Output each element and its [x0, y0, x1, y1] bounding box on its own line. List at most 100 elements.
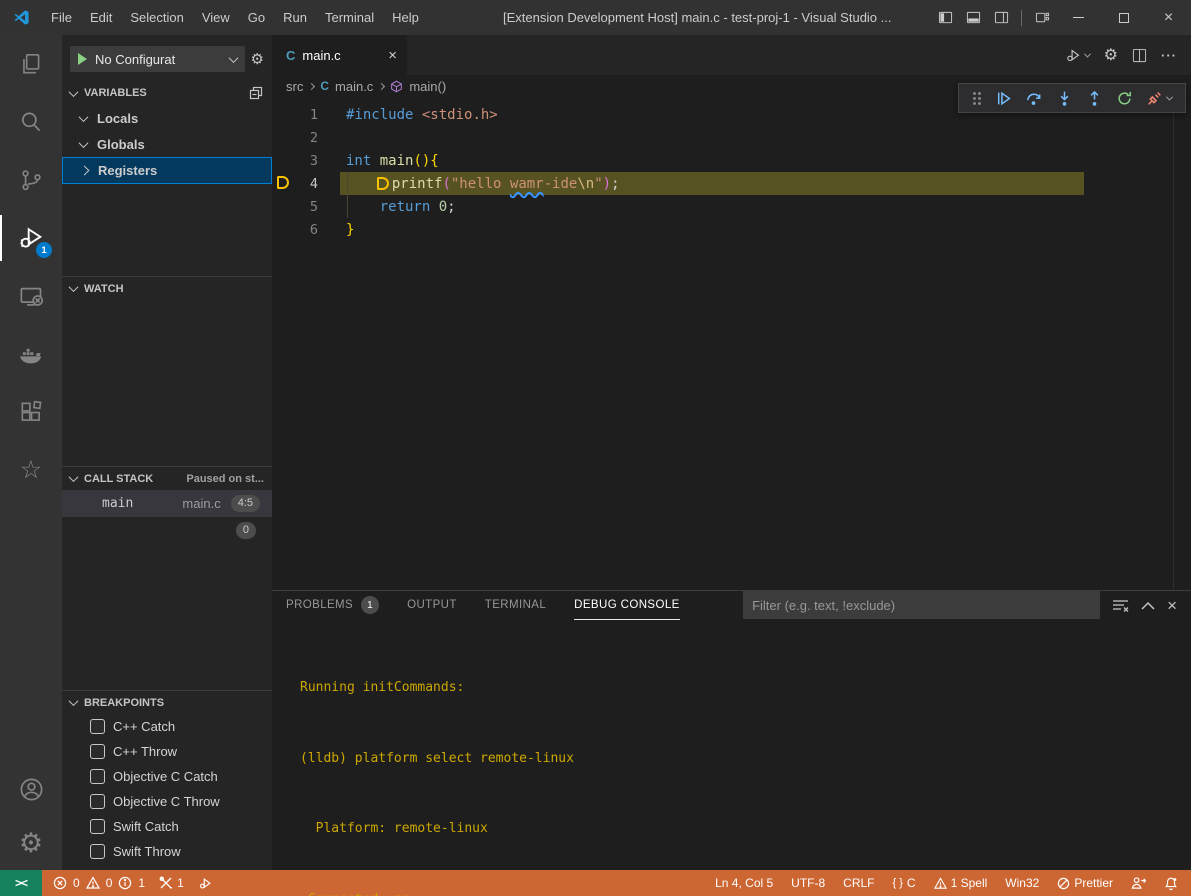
clear-console-icon[interactable] — [1112, 598, 1129, 613]
run-and-debug-icon[interactable]: 1 — [0, 209, 62, 267]
code-editor[interactable]: 1 #include <stdio.h> 2 3 int main(){ 4 p… — [272, 97, 1191, 590]
minimize-button[interactable] — [1056, 0, 1101, 35]
breadcrumb-src[interactable]: src — [286, 79, 303, 94]
menu-help[interactable]: Help — [383, 0, 428, 35]
watch-section-header[interactable]: WATCH — [62, 276, 272, 300]
configure-gear-icon[interactable]: ⚙ — [251, 50, 264, 68]
close-button[interactable]: × — [1146, 0, 1191, 35]
breakpoint-cpp-catch[interactable]: C++ Catch — [62, 714, 272, 739]
code-token: "hello — [451, 176, 510, 192]
collapse-all-icon[interactable] — [248, 85, 264, 101]
problems-status[interactable]: 0 0 1 — [46, 870, 152, 896]
frame-name: main — [102, 496, 133, 511]
menu-edit[interactable]: Edit — [81, 0, 121, 35]
line-number: 3 — [272, 153, 318, 169]
tab-debug-console[interactable]: DEBUG CONSOLE — [574, 592, 680, 620]
console-filter-input[interactable] — [743, 591, 1100, 619]
launch-configuration-dropdown[interactable]: No Configurat — [70, 46, 245, 72]
breakpoint-objc-catch[interactable]: Objective C Catch — [62, 764, 272, 789]
checkbox[interactable] — [90, 819, 105, 834]
stack-frame-row[interactable]: main main.c 4:5 — [62, 490, 272, 517]
restart-icon[interactable] — [1116, 90, 1133, 107]
maximize-panel-icon[interactable] — [1141, 601, 1155, 610]
checkbox[interactable] — [90, 844, 105, 859]
explorer-icon[interactable] — [0, 35, 62, 93]
tab-output[interactable]: OUTPUT — [407, 591, 457, 619]
toggle-panel-icon[interactable] — [959, 0, 987, 35]
debug-status-icon[interactable] — [191, 870, 220, 896]
more-actions-icon[interactable]: ··· — [1161, 48, 1177, 63]
variables-section-header[interactable]: VARIABLES — [62, 81, 272, 105]
settings-gear-icon[interactable]: ⚙ — [0, 816, 62, 870]
breadcrumb-symbol[interactable]: main() — [409, 79, 446, 94]
step-out-icon[interactable] — [1086, 90, 1103, 107]
docker-icon[interactable] — [0, 325, 62, 383]
toggle-sidebar-icon[interactable] — [931, 0, 959, 35]
variables-registers-row[interactable]: Registers — [62, 157, 272, 184]
disconnect-icon[interactable] — [1146, 90, 1172, 107]
editor-scrollbar[interactable] — [1173, 97, 1174, 590]
line-number: 1 — [272, 107, 318, 123]
menu-go[interactable]: Go — [239, 0, 274, 35]
search-icon[interactable] — [0, 93, 62, 151]
thread-count-badge: 0 — [236, 522, 256, 539]
checkbox[interactable] — [90, 719, 105, 734]
close-panel-icon[interactable]: × — [1167, 597, 1177, 614]
toggle-secondary-sidebar-icon[interactable] — [987, 0, 1015, 35]
breakpoint-swift-catch[interactable]: Swift Catch — [62, 814, 272, 839]
remote-explorer-icon[interactable] — [0, 267, 62, 325]
split-editor-icon[interactable] — [1132, 48, 1147, 63]
code-token: <stdio.h> — [413, 107, 497, 123]
tab-label: TERMINAL — [485, 599, 546, 611]
tools-status[interactable]: 1 — [152, 870, 191, 896]
breakpoint-objc-throw[interactable]: Objective C Throw — [62, 789, 272, 814]
tab-main-c[interactable]: C main.c × — [272, 35, 407, 75]
frame-file: main.c — [182, 496, 220, 511]
chevron-down-icon — [69, 282, 79, 292]
menu-file[interactable]: File — [42, 0, 81, 35]
maximize-button[interactable] — [1101, 0, 1146, 35]
tab-close-icon[interactable]: × — [388, 47, 397, 64]
tab-terminal[interactable]: TERMINAL — [485, 591, 546, 619]
checkbox[interactable] — [90, 744, 105, 759]
breakpoint-cpp-throw[interactable]: C++ Throw — [62, 739, 272, 764]
editor-gear-icon[interactable]: ⚙ — [1104, 45, 1118, 65]
breakpoint-swift-throw[interactable]: Swift Throw — [62, 839, 272, 864]
extensions-icon[interactable] — [0, 383, 62, 441]
debug-current-line-arrow-icon[interactable] — [277, 176, 289, 193]
step-over-icon[interactable] — [1025, 90, 1042, 107]
toolbar-drag-handle[interactable] — [972, 91, 982, 106]
tools-count: 1 — [177, 876, 184, 890]
code-token: ) — [603, 176, 611, 192]
variables-locals-row[interactable]: Locals — [62, 105, 272, 131]
code-token: int — [346, 153, 380, 169]
run-or-debug-icon[interactable] — [1065, 47, 1090, 64]
checkbox[interactable] — [90, 794, 105, 809]
code-token: \n — [577, 176, 594, 192]
breakpoints-section-header[interactable]: BREAKPOINTS — [62, 690, 272, 714]
source-control-icon[interactable] — [0, 151, 62, 209]
debug-console-output[interactable]: Running initCommands: (lldb) platform se… — [272, 619, 1191, 896]
callstack-section-header[interactable]: CALL STACK Paused on st... — [62, 466, 272, 490]
menu-terminal[interactable]: Terminal — [316, 0, 383, 35]
code-line-5: 5 return 0; — [272, 195, 1191, 218]
star-icon[interactable]: ☆ — [0, 441, 62, 499]
remote-indicator[interactable]: >< — [0, 870, 42, 896]
menu-run[interactable]: Run — [274, 0, 316, 35]
frame-position-badge: 4:5 — [231, 495, 260, 512]
menu-view[interactable]: View — [193, 0, 239, 35]
breadcrumb-file[interactable]: main.c — [335, 79, 373, 94]
chevron-down-icon — [69, 87, 79, 97]
accounts-icon[interactable] — [0, 762, 62, 816]
thread-row[interactable]: 0 — [62, 517, 272, 544]
variables-globals-row[interactable]: Globals — [62, 131, 272, 157]
error-icon — [53, 876, 67, 890]
customize-layout-icon[interactable] — [1028, 0, 1056, 35]
tab-problems[interactable]: PROBLEMS 1 — [286, 591, 379, 619]
start-debug-icon[interactable] — [78, 53, 87, 65]
checkbox[interactable] — [90, 769, 105, 784]
step-into-icon[interactable] — [1056, 90, 1073, 107]
menu-selection[interactable]: Selection — [121, 0, 192, 35]
continue-icon[interactable] — [995, 90, 1012, 107]
line-number: 5 — [272, 199, 318, 215]
